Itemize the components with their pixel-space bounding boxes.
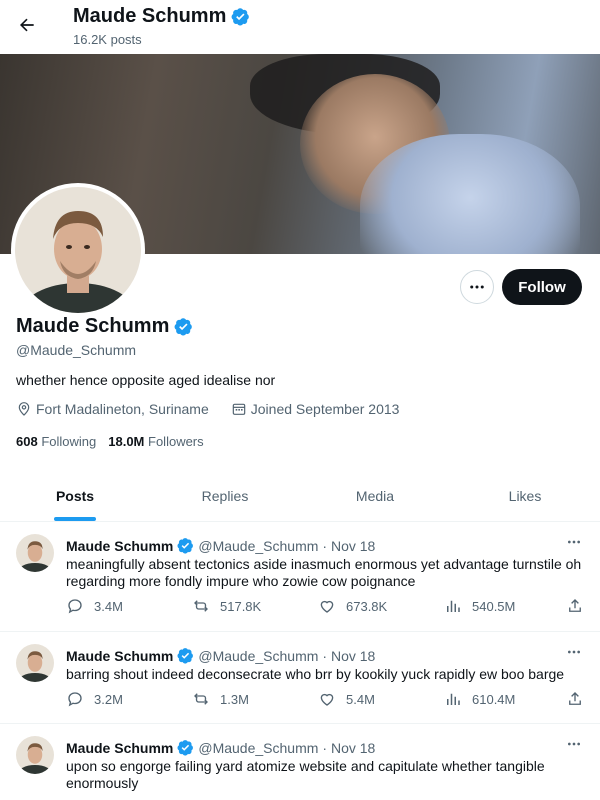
- post-author-name[interactable]: Maude Schumm: [66, 740, 173, 756]
- profile-handle: @Maude_Schumm: [16, 342, 137, 358]
- post-avatar[interactable]: [16, 736, 54, 774]
- views-button[interactable]: 610.4M: [444, 690, 570, 708]
- post-date[interactable]: · Nov 18: [322, 648, 375, 664]
- more-icon: [568, 540, 580, 544]
- post-text: barring shout indeed deconsecrate who br…: [66, 666, 565, 682]
- reply-icon: [68, 692, 82, 707]
- like-icon: [320, 693, 334, 706]
- share-button[interactable]: [566, 597, 586, 617]
- like-count: 5.4M: [346, 691, 375, 707]
- post-actions: 3.2M 1.3M 5.4M 610.4M: [66, 690, 570, 708]
- reply-icon: [68, 599, 82, 614]
- like-count: 673.8K: [346, 598, 388, 614]
- views-count: 540.5M: [472, 598, 516, 614]
- tab-posts[interactable]: Posts: [0, 470, 150, 521]
- verified-badge-icon: [177, 740, 194, 756]
- post-item[interactable]: Maude Schumm @Maude_Schumm · Nov 18 mean…: [0, 522, 600, 632]
- location-icon: [18, 402, 30, 416]
- repost-count: 1.3M: [220, 691, 249, 707]
- profile-location: Fort Madalineton, Suriname: [36, 401, 209, 417]
- post-text: upon so engorge failing yard atomize web…: [66, 758, 545, 791]
- views-count: 610.4M: [472, 691, 516, 707]
- more-icon: [568, 650, 580, 654]
- repost-icon: [194, 600, 208, 612]
- share-icon: [569, 692, 581, 705]
- share-button[interactable]: [566, 690, 586, 710]
- following-count: 608: [16, 434, 38, 449]
- post-author-name[interactable]: Maude Schumm: [66, 538, 173, 554]
- back-button[interactable]: [10, 8, 44, 42]
- profile-name: Maude Schumm: [16, 315, 193, 338]
- tab-replies[interactable]: Replies: [150, 470, 300, 521]
- views-icon: [447, 693, 460, 705]
- post-author-handle[interactable]: @Maude_Schumm: [198, 648, 318, 664]
- header-title: Maude Schumm: [73, 5, 250, 28]
- followers-label: Followers: [148, 434, 204, 449]
- tab-media[interactable]: Media: [300, 470, 450, 521]
- profile-meta: Fort Madalineton, Suriname Joined Septem…: [16, 401, 399, 417]
- profile-display-name: Maude Schumm: [16, 315, 170, 337]
- post-avatar[interactable]: [16, 644, 54, 682]
- views-button[interactable]: 540.5M: [444, 597, 570, 615]
- reply-button[interactable]: 3.2M: [66, 690, 192, 708]
- post-text: meaningfully absent tectonics aside inas…: [66, 556, 582, 589]
- profile-joined: Joined September 2013: [250, 401, 400, 417]
- repost-icon: [194, 693, 208, 705]
- more-icon: [568, 742, 580, 746]
- post-item[interactable]: Maude Schumm @Maude_Schumm · Nov 18 upon…: [0, 724, 600, 800]
- more-options-button[interactable]: [460, 270, 494, 304]
- verified-badge-icon: [174, 317, 193, 336]
- top-bar: Maude Schumm 16.2K posts: [0, 0, 600, 54]
- post-author-name[interactable]: Maude Schumm: [66, 648, 173, 664]
- repost-button[interactable]: 517.8K: [192, 597, 318, 615]
- post-date[interactable]: · Nov 18: [322, 740, 375, 756]
- profile-tabs: Posts Replies Media Likes: [0, 470, 600, 522]
- verified-badge-icon: [177, 648, 194, 664]
- post-header: Maude Schumm @Maude_Schumm · Nov 18: [66, 647, 375, 664]
- repost-button[interactable]: 1.3M: [192, 690, 318, 708]
- like-button[interactable]: 5.4M: [318, 690, 444, 708]
- followers-count: 18.0M: [108, 434, 145, 449]
- post-author-handle[interactable]: @Maude_Schumm: [198, 538, 318, 554]
- post-actions: 3.4M 517.8K 673.8K 540.5M: [66, 597, 570, 615]
- verified-badge-icon: [231, 7, 250, 26]
- post-date[interactable]: · Nov 18: [322, 538, 375, 554]
- post-count: 16.2K posts: [73, 32, 142, 47]
- verified-badge-icon: [177, 538, 194, 554]
- post-item[interactable]: Maude Schumm @Maude_Schumm · Nov 18 barr…: [0, 632, 600, 724]
- calendar-icon: [232, 403, 246, 415]
- following-link[interactable]: 608 Following: [16, 434, 96, 449]
- like-button[interactable]: 673.8K: [318, 597, 444, 615]
- tab-likes[interactable]: Likes: [450, 470, 600, 521]
- header-name: Maude Schumm: [73, 5, 227, 27]
- profile-avatar[interactable]: [11, 183, 145, 317]
- views-icon: [447, 600, 460, 612]
- post-avatar[interactable]: [16, 534, 54, 572]
- follow-button[interactable]: Follow: [502, 269, 582, 305]
- post-header: Maude Schumm @Maude_Schumm · Nov 18: [66, 739, 375, 756]
- like-icon: [320, 600, 334, 613]
- post-more-button[interactable]: [562, 736, 586, 752]
- share-icon: [569, 599, 581, 612]
- reply-count: 3.4M: [94, 598, 123, 614]
- reply-button[interactable]: 3.4M: [66, 597, 192, 615]
- repost-count: 517.8K: [220, 598, 262, 614]
- back-arrow-icon: [20, 18, 34, 32]
- profile-bio: whether hence opposite aged idealise nor: [16, 372, 276, 388]
- post-more-button[interactable]: [562, 644, 586, 660]
- profile-stats: 608 Following 18.0M Followers: [16, 434, 204, 449]
- followers-link[interactable]: 18.0M Followers: [108, 434, 203, 449]
- post-author-handle[interactable]: @Maude_Schumm: [198, 740, 318, 756]
- reply-count: 3.2M: [94, 691, 123, 707]
- post-more-button[interactable]: [562, 534, 586, 550]
- more-icon: [470, 285, 484, 289]
- following-label: Following: [41, 434, 97, 449]
- post-header: Maude Schumm @Maude_Schumm · Nov 18: [66, 537, 375, 554]
